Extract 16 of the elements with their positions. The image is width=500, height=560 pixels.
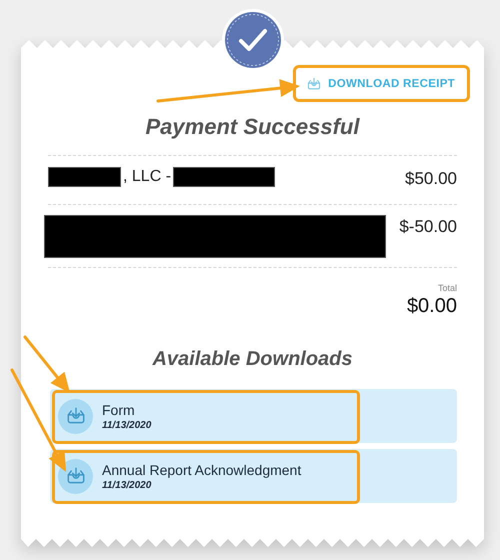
line-item-description: , LLC -: [123, 168, 172, 186]
payment-title: Payment Successful: [144, 114, 361, 140]
download-item[interactable]: Form 11/13/2020: [50, 389, 457, 443]
line-item-amount: $-50.00: [399, 216, 457, 238]
download-tray-icon: [58, 398, 93, 434]
download-tray-icon: [306, 76, 322, 92]
download-date: 11/13/2020: [102, 418, 152, 432]
downloads-heading: Available Downloads: [151, 347, 354, 372]
download-date: 11/13/2020: [102, 478, 152, 492]
download-item[interactable]: Annual Report Acknowledgment 11/13/2020: [50, 449, 457, 503]
download-tray-icon: [58, 458, 93, 494]
line-item-amount: $50.00: [405, 168, 457, 190]
download-title: Annual Report Acknowledgment: [102, 460, 302, 478]
total-label: Total: [438, 282, 457, 294]
total-amount: $0.00: [406, 294, 457, 318]
download-title: Form: [102, 400, 135, 418]
